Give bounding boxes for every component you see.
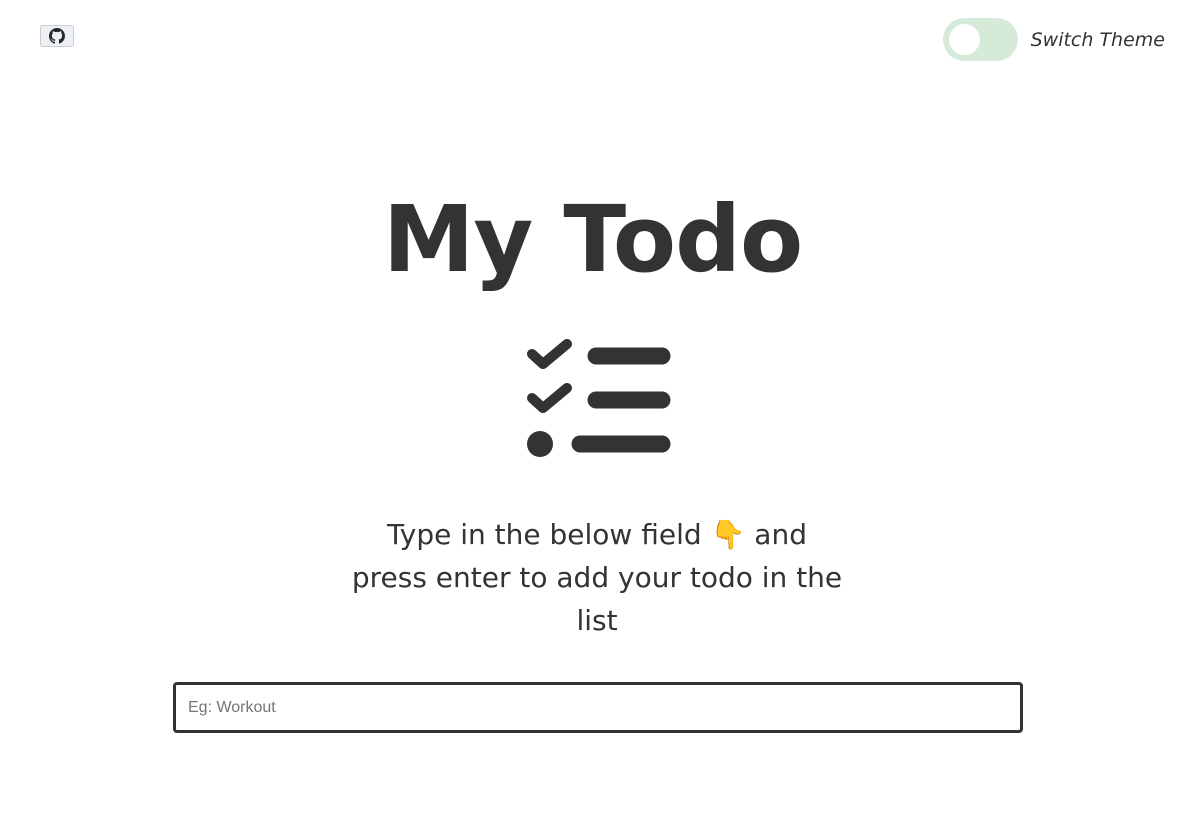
checklist-icon — [527, 339, 671, 457]
github-icon — [49, 28, 65, 44]
toggle-knob — [948, 24, 980, 55]
github-button[interactable] — [40, 25, 74, 47]
theme-switch: Switch Theme — [942, 18, 1165, 61]
instructions-line-1: Type in the below field 👇 and — [387, 518, 807, 551]
instructions-line-3: list — [576, 604, 618, 637]
page-title: My Todo — [382, 186, 803, 293]
theme-toggle-label: Switch Theme — [1030, 28, 1165, 51]
instructions-line-2: press enter to add your todo in the — [351, 561, 843, 594]
page: Switch Theme My Todo Type in the below f… — [0, 0, 1185, 826]
todo-input[interactable] — [173, 682, 1023, 733]
instructions: Type in the below field 👇 and press ente… — [342, 513, 852, 642]
theme-toggle[interactable] — [942, 18, 1018, 61]
